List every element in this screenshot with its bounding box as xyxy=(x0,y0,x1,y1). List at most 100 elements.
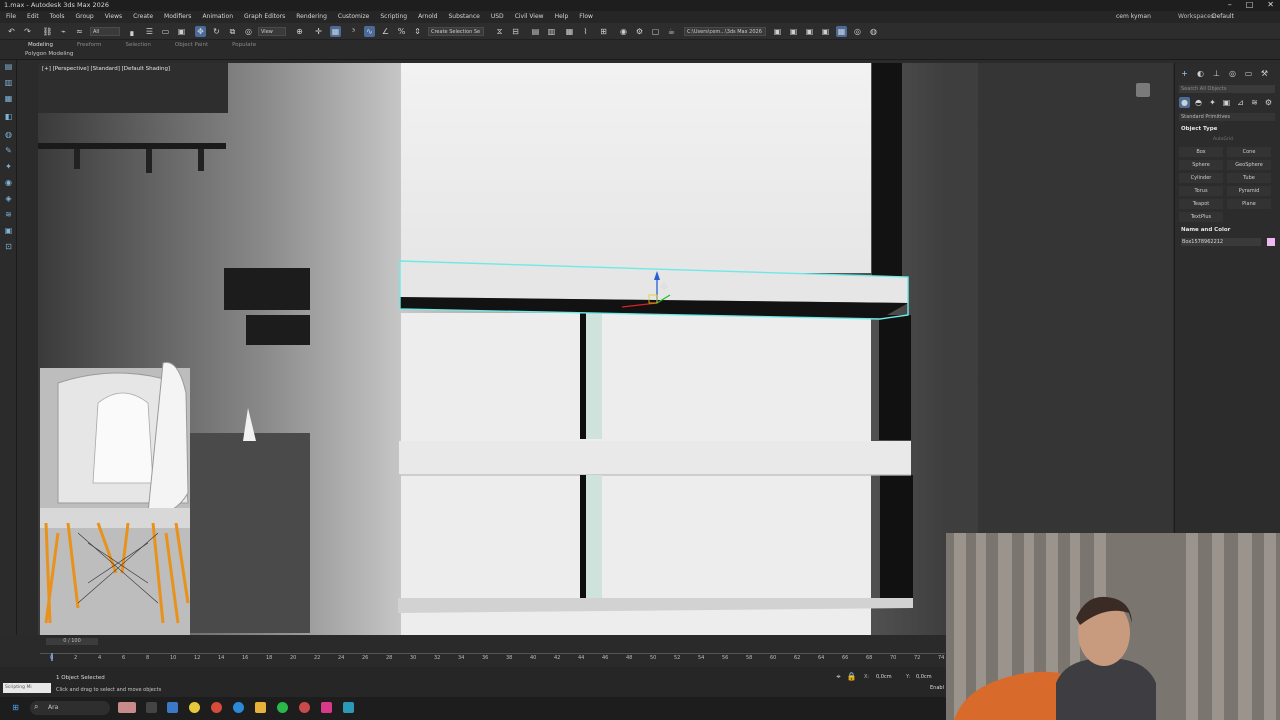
menu-animation[interactable]: Animation xyxy=(202,13,233,20)
tab-populate[interactable]: Populate xyxy=(232,42,256,48)
spinner-snap-icon[interactable]: ⇕ xyxy=(412,26,423,37)
menu-create[interactable]: Create xyxy=(133,13,153,20)
utilities-tab-icon[interactable]: ⚒ xyxy=(1259,68,1270,79)
adaptive-degradation-toggle[interactable]: Enabl xyxy=(930,685,944,691)
reference-coordinate-dropdown[interactable]: View xyxy=(258,27,286,36)
helpers-icon[interactable]: ⊿ xyxy=(1235,97,1246,108)
geosphere-button[interactable]: GeoSphere xyxy=(1227,160,1271,170)
layer-explorer-icon[interactable]: ▥ xyxy=(546,26,557,37)
toggle-ribbon-icon[interactable]: ▦ xyxy=(564,26,575,37)
torus-button[interactable]: Torus xyxy=(1179,186,1223,196)
task-view-icon[interactable] xyxy=(146,702,157,713)
edge-icon[interactable] xyxy=(233,702,244,713)
select-by-name-icon[interactable]: ☰ xyxy=(144,26,155,37)
user-account[interactable]: cem kyman xyxy=(1116,13,1151,20)
coord-x-field[interactable]: 0,0cm xyxy=(876,674,892,680)
spotify-icon[interactable] xyxy=(277,702,288,713)
hierarchy-tab-icon[interactable]: ⊥ xyxy=(1211,68,1222,79)
menu-group[interactable]: Group xyxy=(75,13,93,20)
cameras-icon[interactable]: ▣ xyxy=(1221,97,1232,108)
geometry-icon[interactable]: ● xyxy=(1179,97,1190,108)
cylinder-button[interactable]: Cylinder xyxy=(1179,173,1223,183)
percent-snap-icon[interactable]: % xyxy=(396,26,407,37)
ribbon-subpanel[interactable]: Polygon Modeling xyxy=(25,51,73,57)
project-path-dropdown[interactable]: C:\Users\cem...\3ds Max 2026 xyxy=(684,27,766,36)
keyboard-shortcut-override-icon[interactable]: ▦ xyxy=(330,26,341,37)
box-button[interactable]: Box xyxy=(1179,147,1223,157)
textplus-button[interactable]: TextPlus xyxy=(1179,212,1223,222)
primitive-category-dropdown[interactable]: Standard Primitives xyxy=(1179,113,1275,121)
search-objects-input[interactable]: Search All Objects xyxy=(1179,85,1275,93)
filter-shapes-icon[interactable]: ✎ xyxy=(4,146,13,155)
app-icon[interactable] xyxy=(321,702,332,713)
tab-selection[interactable]: Selection xyxy=(126,42,151,48)
viewport-layout-icon[interactable]: ▦ xyxy=(836,26,847,37)
maxscript-listener[interactable]: Scripting Mi xyxy=(3,683,51,693)
save-project-icon[interactable]: ▣ xyxy=(804,26,815,37)
filter-helpers-icon[interactable]: ◈ xyxy=(4,194,13,203)
modify-tab-icon[interactable]: ◐ xyxy=(1195,68,1206,79)
object-name-field[interactable]: Box1578962212 xyxy=(1181,238,1261,246)
taskbar-search[interactable]: Ara xyxy=(30,701,110,715)
sort-icon[interactable]: ◧ xyxy=(4,112,13,121)
pivot-center-icon[interactable]: ⊕ xyxy=(294,26,305,37)
motion-tab-icon[interactable]: ◎ xyxy=(1227,68,1238,79)
create-tab-icon[interactable]: + xyxy=(1179,68,1190,79)
shapes-icon[interactable]: ◓ xyxy=(1193,97,1204,108)
project-settings-icon[interactable]: ▣ xyxy=(820,26,831,37)
minimize-button[interactable]: – xyxy=(1228,0,1232,9)
lights-icon[interactable]: ✦ xyxy=(1207,97,1218,108)
snap-3d-icon[interactable]: ³ xyxy=(348,26,359,37)
sphere-button[interactable]: Sphere xyxy=(1179,160,1223,170)
select-object-icon[interactable]: ▖ xyxy=(128,26,139,37)
render-frame-icon[interactable]: ▢ xyxy=(650,26,661,37)
select-place-icon[interactable]: ◎ xyxy=(243,26,254,37)
weather-icon[interactable] xyxy=(118,702,136,713)
menu-modifiers[interactable]: Modifiers xyxy=(164,13,191,20)
menu-scripting[interactable]: Scripting xyxy=(380,13,407,20)
schematic-view-icon[interactable]: ⊞ xyxy=(598,26,609,37)
tab-object-paint[interactable]: Object Paint xyxy=(175,42,208,48)
named-selection-set-dropdown[interactable]: Create Selection Se xyxy=(428,27,484,36)
unlink-icon[interactable]: ⌁ xyxy=(58,26,69,37)
mirror-icon[interactable]: ⧖ xyxy=(494,26,505,37)
selection-filter-dropdown[interactable]: All xyxy=(90,27,120,36)
undo-icon[interactable]: ↶ xyxy=(6,26,17,37)
3ds-max-icon[interactable] xyxy=(343,702,354,713)
snaps-toggle-icon[interactable]: ∿ xyxy=(364,26,375,37)
arnold-settings-icon[interactable]: ◍ xyxy=(868,26,879,37)
menu-usd[interactable]: USD xyxy=(491,13,504,20)
autogrid-checkbox[interactable]: AutoGrid xyxy=(1213,137,1233,142)
isolate-selection-icon[interactable]: ⌖ xyxy=(833,671,844,682)
filter-groups-icon[interactable]: ▣ xyxy=(4,226,13,235)
systems-icon[interactable]: ⚙ xyxy=(1263,97,1274,108)
menu-flow[interactable]: Flow xyxy=(579,13,593,20)
app-icon[interactable] xyxy=(167,702,178,713)
window-crossing-icon[interactable]: ▣ xyxy=(176,26,187,37)
opera-icon[interactable] xyxy=(211,702,222,713)
rect-selection-icon[interactable]: ▭ xyxy=(160,26,171,37)
menu-customize[interactable]: Customize xyxy=(338,13,370,20)
display-tab-icon[interactable]: ▭ xyxy=(1243,68,1254,79)
pyramid-button[interactable]: Pyramid xyxy=(1227,186,1271,196)
menu-graph-editors[interactable]: Graph Editors xyxy=(244,13,285,20)
menu-views[interactable]: Views xyxy=(105,13,122,20)
redo-icon[interactable]: ↷ xyxy=(22,26,33,37)
scene-explorer-icon[interactable]: ▤ xyxy=(530,26,541,37)
time-slider[interactable]: 0 / 100 xyxy=(46,638,98,645)
align-icon[interactable]: ⊟ xyxy=(510,26,521,37)
app-icon[interactable] xyxy=(299,702,310,713)
viewport-label[interactable]: [+] [Perspective] [Standard] [Default Sh… xyxy=(42,66,170,72)
select-manipulate-icon[interactable]: ✛ xyxy=(313,26,324,37)
menu-civil-view[interactable]: Civil View xyxy=(515,13,544,20)
render-setup-icon[interactable]: ⚙ xyxy=(634,26,645,37)
menu-edit[interactable]: Edit xyxy=(27,13,39,20)
teapot-button[interactable]: Teapot xyxy=(1179,199,1223,209)
maximize-button[interactable]: □ xyxy=(1246,0,1254,9)
filter-xrefs-icon[interactable]: ⊡ xyxy=(4,242,13,251)
menu-help[interactable]: Help xyxy=(555,13,569,20)
display-none-icon[interactable]: ▥ xyxy=(4,78,13,87)
plane-button[interactable]: Plane xyxy=(1227,199,1271,209)
menu-tools[interactable]: Tools xyxy=(50,13,65,20)
filter-cameras-icon[interactable]: ◉ xyxy=(4,178,13,187)
